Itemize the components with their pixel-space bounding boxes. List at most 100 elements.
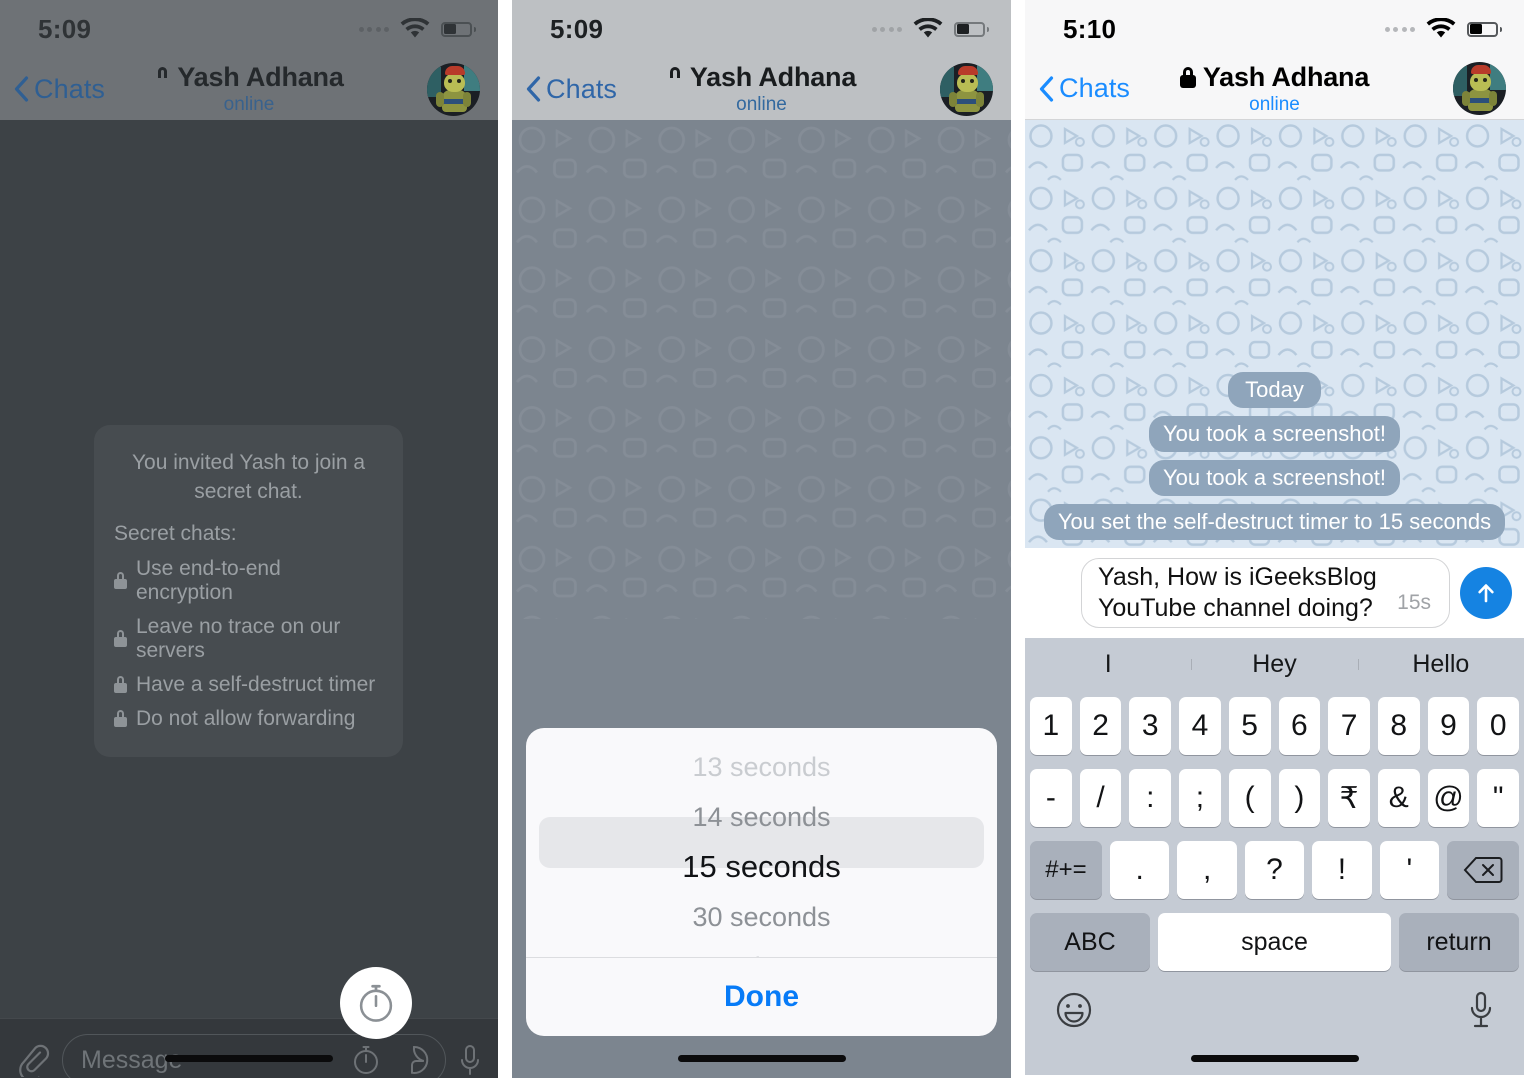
send-button[interactable] — [1460, 567, 1512, 619]
lock-icon — [154, 67, 170, 88]
key-9[interactable]: 9 — [1427, 697, 1470, 755]
avatar[interactable] — [1453, 62, 1506, 115]
paperclip-icon[interactable] — [16, 1043, 50, 1077]
back-to-chats-button[interactable]: Chats — [526, 74, 617, 105]
key-exclamation[interactable]: ! — [1312, 841, 1372, 899]
key-6[interactable]: 6 — [1278, 697, 1321, 755]
service-message: You took a screenshot! — [1148, 460, 1400, 496]
chat-area: Today You took a screenshot! You took a … — [1025, 120, 1524, 548]
key-abc[interactable]: ABC — [1030, 913, 1150, 971]
timer-button-spotlight[interactable] — [340, 967, 412, 1039]
key-3[interactable]: 3 — [1129, 697, 1172, 755]
battery-icon — [954, 21, 989, 37]
avatar[interactable] — [427, 62, 480, 116]
picker-option-selected[interactable]: 15 seconds — [526, 842, 997, 892]
message-input[interactable]: Yash, How is iGeeksBlog YouTube channel … — [1081, 558, 1450, 628]
key-period[interactable]: . — [1110, 841, 1170, 899]
home-indicator[interactable] — [165, 1055, 333, 1062]
panel-divider — [1011, 0, 1025, 1078]
self-destruct-badge: 15s — [1397, 591, 1431, 614]
list-item: Do not allow forwarding — [114, 707, 383, 731]
self-destruct-timer-picker[interactable]: 13 seconds 14 seconds 15 seconds 30 seco… — [526, 728, 997, 1036]
backspace-key[interactable] — [1447, 841, 1519, 899]
status-time: 5:09 — [38, 13, 92, 44]
chat-area-dimmed: 13 seconds 14 seconds 15 seconds 30 seco… — [512, 120, 1011, 1078]
back-to-chats-button[interactable]: Chats — [1039, 73, 1130, 104]
picker-option[interactable]: 13 seconds — [526, 742, 997, 792]
key-7[interactable]: 7 — [1328, 697, 1370, 755]
prediction-chip[interactable]: Hey — [1191, 650, 1357, 679]
microphone-icon[interactable] — [458, 1043, 482, 1077]
key-comma[interactable]: , — [1177, 841, 1237, 899]
secret-chat-info-card: You invited Yash to join a secret chat. … — [94, 425, 403, 757]
home-indicator[interactable] — [1190, 1055, 1359, 1062]
wifi-icon — [400, 18, 430, 40]
message-text-line-2: YouTube channel doing? — [1098, 594, 1373, 622]
key-4[interactable]: 4 — [1179, 697, 1221, 755]
done-button[interactable]: Done — [526, 958, 997, 1036]
key-paren-close[interactable]: ) — [1278, 769, 1321, 827]
emoji-smiley-icon[interactable] — [1053, 989, 1095, 1031]
picker-wheel[interactable]: 13 seconds 14 seconds 15 seconds 30 seco… — [526, 728, 997, 957]
keyboard-bottom-bar — [1025, 971, 1524, 1031]
signal-dots-icon — [358, 26, 389, 32]
key-semicolon[interactable]: ; — [1179, 769, 1221, 827]
panel-typing: 5:1 0 Chats Yash Adhana online Today You … — [1025, 0, 1524, 1078]
contact-name: Yash Adhana — [1202, 61, 1370, 92]
key-8[interactable]: 8 — [1377, 697, 1420, 755]
message-list: Today You took a screenshot! You took a … — [1025, 372, 1524, 540]
message-composer: Yash, How is iGeeksBlog YouTube channel … — [1025, 548, 1524, 638]
key-ampersand[interactable]: & — [1377, 769, 1420, 827]
home-indicator[interactable] — [677, 1055, 846, 1062]
key-colon[interactable]: : — [1129, 769, 1172, 827]
list-item-label: Do not allow forwarding — [136, 706, 356, 730]
picker-option[interactable]: 30 seconds — [526, 892, 997, 942]
paperclip-icon[interactable] — [1037, 576, 1071, 610]
key-5[interactable]: 5 — [1228, 697, 1271, 755]
lock-icon — [114, 630, 127, 648]
info-headline: You invited Yash to join a secret chat. — [131, 451, 366, 503]
keyboard-row-symbols: - / : ; ( ) ₹ & @ " — [1025, 769, 1524, 827]
key-hyphen[interactable]: - — [1029, 769, 1072, 827]
prediction-chip[interactable]: Hello — [1357, 650, 1524, 679]
key-paren-open[interactable]: ( — [1228, 769, 1271, 827]
contact-name: Yash Adhana — [177, 62, 344, 92]
self-destruct-timer-icon[interactable] — [349, 1043, 383, 1077]
key-0[interactable]: 0 — [1477, 697, 1520, 755]
status-bar: 5:09 — [0, 0, 498, 58]
nav-bar: Chats Yash Adhana online — [0, 58, 498, 120]
picker-option[interactable]: 14 seconds — [526, 792, 997, 842]
avatar[interactable] — [940, 62, 993, 116]
back-to-chats-button[interactable]: Chats — [14, 74, 105, 105]
list-item: Have a self-destruct timer — [114, 673, 383, 697]
picker-option[interactable]: 1 minute — [526, 942, 997, 958]
key-apostrophe[interactable]: ' — [1379, 841, 1440, 899]
key-at[interactable]: @ — [1427, 769, 1470, 827]
keyboard-row-punctuation: #+= . , ? ! ' — [1025, 841, 1524, 899]
list-item-label: Leave no trace on our servers — [136, 614, 341, 662]
signal-dots-icon — [1384, 26, 1415, 32]
chevron-left-icon — [1039, 75, 1054, 102]
predictive-bar: I Hey Hello — [1025, 638, 1524, 690]
chat-wallpaper — [512, 120, 1011, 619]
contact-status: online — [736, 94, 787, 115]
key-return[interactable]: return — [1399, 913, 1519, 971]
key-slash[interactable]: / — [1079, 769, 1122, 827]
wifi-icon — [913, 18, 943, 40]
key-question[interactable]: ? — [1244, 841, 1305, 899]
message-composer: Message — [0, 1018, 498, 1078]
lock-icon — [114, 572, 127, 590]
microphone-icon[interactable] — [1466, 989, 1496, 1031]
sticker-icon[interactable] — [399, 1045, 429, 1075]
key-1[interactable]: 1 — [1029, 697, 1072, 755]
key-2[interactable]: 2 — [1079, 697, 1122, 755]
key-symbols-toggle[interactable]: #+= — [1030, 841, 1102, 899]
send-arrow-up-icon — [1478, 584, 1494, 603]
key-quote[interactable]: " — [1477, 769, 1520, 827]
battery-icon — [1467, 21, 1502, 37]
panel-invite: 5:09 Chats Yash Adhana online You invite… — [0, 0, 498, 1078]
key-space[interactable]: space — [1158, 913, 1391, 971]
key-rupee[interactable]: ₹ — [1328, 769, 1370, 827]
prediction-chip[interactable]: I — [1025, 650, 1191, 679]
list-item-label: Use end-to-end encryption — [136, 556, 281, 604]
